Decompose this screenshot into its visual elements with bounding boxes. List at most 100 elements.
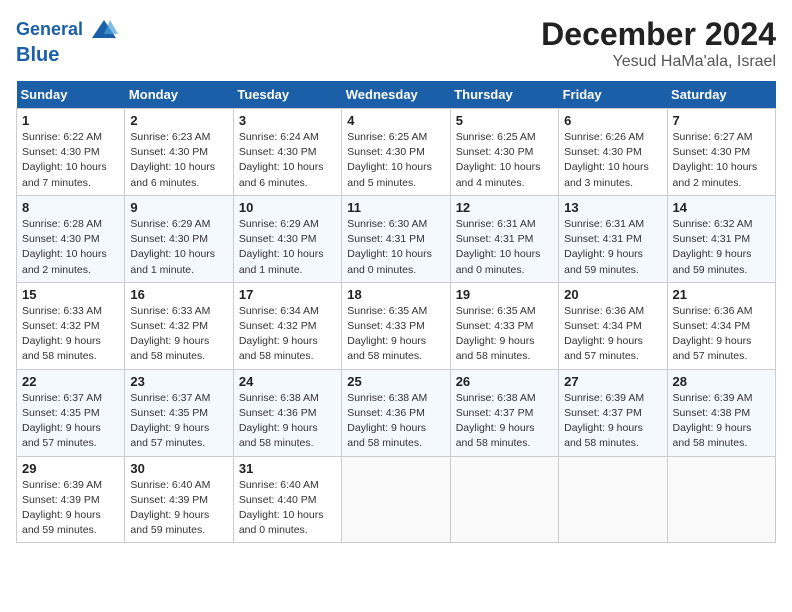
day-number: 5 [456,113,553,128]
day-info: Sunrise: 6:24 AM Sunset: 4:30 PM Dayligh… [239,130,336,191]
day-info: Sunrise: 6:30 AM Sunset: 4:31 PM Dayligh… [347,217,444,278]
page-header: General Blue December 2024 Yesud HaMa'al… [16,16,776,71]
calendar-cell: 20 Sunrise: 6:36 AM Sunset: 4:34 PM Dayli… [559,282,667,369]
calendar-cell: 27 Sunrise: 6:39 AM Sunset: 4:37 PM Dayli… [559,369,667,456]
day-info: Sunrise: 6:40 AM Sunset: 4:40 PM Dayligh… [239,478,336,539]
month-title: December 2024 [541,16,776,53]
calendar-cell [559,456,667,543]
calendar-cell: 29 Sunrise: 6:39 AM Sunset: 4:39 PM Dayli… [17,456,125,543]
day-info: Sunrise: 6:36 AM Sunset: 4:34 PM Dayligh… [673,304,770,365]
weekday-header-tuesday: Tuesday [233,81,341,109]
calendar-cell [450,456,558,543]
day-number: 10 [239,200,336,215]
day-info: Sunrise: 6:32 AM Sunset: 4:31 PM Dayligh… [673,217,770,278]
day-info: Sunrise: 6:23 AM Sunset: 4:30 PM Dayligh… [130,130,227,191]
location-title: Yesud HaMa'ala, Israel [541,53,776,71]
day-number: 29 [22,461,119,476]
day-info: Sunrise: 6:31 AM Sunset: 4:31 PM Dayligh… [564,217,661,278]
day-info: Sunrise: 6:25 AM Sunset: 4:30 PM Dayligh… [456,130,553,191]
day-number: 31 [239,461,336,476]
calendar-cell: 28Sunrise: 6:39 AM Sunset: 4:38 PM Dayli… [667,369,775,456]
day-number: 8 [22,200,119,215]
day-number: 24 [239,374,336,389]
day-info: Sunrise: 6:39 AM Sunset: 4:37 PM Dayligh… [564,391,661,452]
calendar-cell: 12Sunrise: 6:31 AM Sunset: 4:31 PM Dayli… [450,195,558,282]
logo-text: General [16,16,118,44]
week-row-3: 15 Sunrise: 6:33 AM Sunset: 4:32 PM Dayli… [17,282,776,369]
day-info: Sunrise: 6:38 AM Sunset: 4:36 PM Dayligh… [239,391,336,452]
calendar-cell: 4Sunrise: 6:25 AM Sunset: 4:30 PM Daylig… [342,109,450,196]
calendar-cell [667,456,775,543]
day-number: 21 [673,287,770,302]
day-info: Sunrise: 6:29 AM Sunset: 4:30 PM Dayligh… [239,217,336,278]
calendar-cell: 11 Sunrise: 6:30 AM Sunset: 4:31 PM Dayli… [342,195,450,282]
week-row-4: 22 Sunrise: 6:37 AM Sunset: 4:35 PM Dayli… [17,369,776,456]
day-number: 25 [347,374,444,389]
day-info: Sunrise: 6:38 AM Sunset: 4:37 PM Dayligh… [456,391,553,452]
calendar-cell: 21 Sunrise: 6:36 AM Sunset: 4:34 PM Dayli… [667,282,775,369]
day-info: Sunrise: 6:28 AM Sunset: 4:30 PM Dayligh… [22,217,119,278]
calendar-cell: 30Sunrise: 6:40 AM Sunset: 4:39 PM Dayli… [125,456,233,543]
day-info: Sunrise: 6:25 AM Sunset: 4:30 PM Dayligh… [347,130,444,191]
day-info: Sunrise: 6:37 AM Sunset: 4:35 PM Dayligh… [130,391,227,452]
calendar-cell [342,456,450,543]
day-number: 17 [239,287,336,302]
calendar-cell: 17Sunrise: 6:34 AM Sunset: 4:32 PM Dayli… [233,282,341,369]
day-number: 30 [130,461,227,476]
calendar-cell: 19 Sunrise: 6:35 AM Sunset: 4:33 PM Dayli… [450,282,558,369]
calendar-cell: 8 Sunrise: 6:28 AM Sunset: 4:30 PM Daylig… [17,195,125,282]
calendar-cell: 13 Sunrise: 6:31 AM Sunset: 4:31 PM Dayli… [559,195,667,282]
day-number: 27 [564,374,661,389]
calendar-cell: 18Sunrise: 6:35 AM Sunset: 4:33 PM Dayli… [342,282,450,369]
calendar-cell: 2 Sunrise: 6:23 AM Sunset: 4:30 PM Daylig… [125,109,233,196]
weekday-header-saturday: Saturday [667,81,775,109]
day-number: 15 [22,287,119,302]
weekday-header-monday: Monday [125,81,233,109]
weekday-header-friday: Friday [559,81,667,109]
day-number: 12 [456,200,553,215]
calendar-table: SundayMondayTuesdayWednesdayThursdayFrid… [16,81,776,543]
day-number: 1 [22,113,119,128]
weekday-header-row: SundayMondayTuesdayWednesdayThursdayFrid… [17,81,776,109]
day-number: 22 [22,374,119,389]
day-number: 11 [347,200,444,215]
day-number: 20 [564,287,661,302]
calendar-cell: 14Sunrise: 6:32 AM Sunset: 4:31 PM Dayli… [667,195,775,282]
day-info: Sunrise: 6:33 AM Sunset: 4:32 PM Dayligh… [22,304,119,365]
day-number: 6 [564,113,661,128]
calendar-cell: 9Sunrise: 6:29 AM Sunset: 4:30 PM Daylig… [125,195,233,282]
calendar-cell: 26 Sunrise: 6:38 AM Sunset: 4:37 PM Dayli… [450,369,558,456]
weekday-header-thursday: Thursday [450,81,558,109]
day-info: Sunrise: 6:39 AM Sunset: 4:39 PM Dayligh… [22,478,119,539]
day-info: Sunrise: 6:27 AM Sunset: 4:30 PM Dayligh… [673,130,770,191]
calendar-cell: 31 Sunrise: 6:40 AM Sunset: 4:40 PM Dayli… [233,456,341,543]
day-info: Sunrise: 6:35 AM Sunset: 4:33 PM Dayligh… [456,304,553,365]
logo: General Blue [16,16,118,66]
calendar-cell: 22Sunrise: 6:37 AM Sunset: 4:35 PM Dayli… [17,369,125,456]
day-number: 19 [456,287,553,302]
calendar-body: 1 Sunrise: 6:22 AM Sunset: 4:30 PM Daylig… [17,109,776,543]
day-number: 16 [130,287,227,302]
calendar-cell: 7 Sunrise: 6:27 AM Sunset: 4:30 PM Daylig… [667,109,775,196]
day-info: Sunrise: 6:35 AM Sunset: 4:33 PM Dayligh… [347,304,444,365]
day-number: 26 [456,374,553,389]
day-number: 9 [130,200,227,215]
weekday-header-wednesday: Wednesday [342,81,450,109]
week-row-2: 8 Sunrise: 6:28 AM Sunset: 4:30 PM Daylig… [17,195,776,282]
day-number: 7 [673,113,770,128]
calendar-cell: 23Sunrise: 6:37 AM Sunset: 4:35 PM Dayli… [125,369,233,456]
weekday-header-sunday: Sunday [17,81,125,109]
week-row-5: 29 Sunrise: 6:39 AM Sunset: 4:39 PM Dayli… [17,456,776,543]
calendar-cell: 5 Sunrise: 6:25 AM Sunset: 4:30 PM Daylig… [450,109,558,196]
calendar-cell: 16 Sunrise: 6:33 AM Sunset: 4:32 PM Dayli… [125,282,233,369]
day-number: 3 [239,113,336,128]
logo-blue-text: Blue [16,44,118,66]
calendar-cell: 25 Sunrise: 6:38 AM Sunset: 4:36 PM Dayli… [342,369,450,456]
day-info: Sunrise: 6:33 AM Sunset: 4:32 PM Dayligh… [130,304,227,365]
calendar-cell: 10 Sunrise: 6:29 AM Sunset: 4:30 PM Dayli… [233,195,341,282]
day-info: Sunrise: 6:22 AM Sunset: 4:30 PM Dayligh… [22,130,119,191]
day-info: Sunrise: 6:36 AM Sunset: 4:34 PM Dayligh… [564,304,661,365]
day-number: 13 [564,200,661,215]
day-info: Sunrise: 6:38 AM Sunset: 4:36 PM Dayligh… [347,391,444,452]
day-number: 2 [130,113,227,128]
